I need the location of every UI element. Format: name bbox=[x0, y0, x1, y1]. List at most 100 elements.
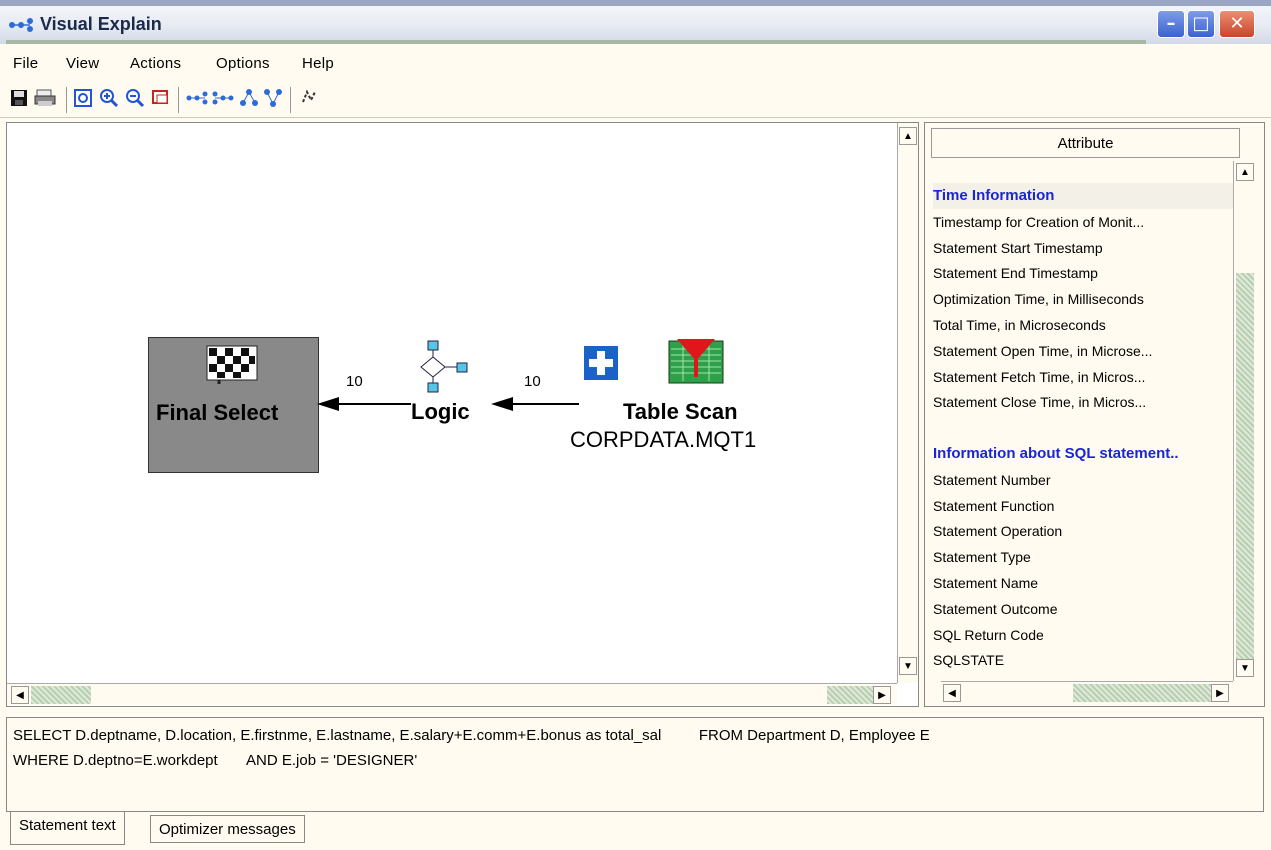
attribute-row[interactable]: Statement Name bbox=[933, 570, 1233, 596]
save-icon bbox=[11, 90, 27, 106]
fit-button[interactable] bbox=[72, 87, 94, 109]
zoom-out-button[interactable] bbox=[124, 87, 146, 109]
minimize-icon: – bbox=[1166, 13, 1176, 34]
menu-view[interactable]: View bbox=[66, 55, 99, 72]
statement-text-area[interactable]: SELECT D.deptname, D.location, E.firstnm… bbox=[6, 717, 1264, 812]
close-button[interactable]: ✕ bbox=[1219, 10, 1255, 38]
attribute-row[interactable]: SQL Return Code bbox=[933, 622, 1233, 648]
maximize-button[interactable]: □ bbox=[1187, 10, 1215, 38]
menu-actions[interactable]: Actions bbox=[130, 55, 181, 72]
attribute-row[interactable]: Statement Number bbox=[933, 467, 1233, 493]
overview-button[interactable] bbox=[150, 87, 172, 109]
attribute-row-blank bbox=[933, 415, 1233, 441]
attribute-row[interactable]: Statement Operation bbox=[933, 518, 1233, 544]
tree-alt-icon bbox=[264, 89, 282, 107]
menu-file[interactable]: File bbox=[13, 55, 38, 72]
graph-vertical-button[interactable] bbox=[212, 87, 234, 109]
attribute-row[interactable]: Timestamp for Creation of Monit... bbox=[933, 209, 1233, 235]
sql-line-2: WHERE D.deptno=E.workdept AND E.job = 'D… bbox=[13, 752, 418, 769]
zoom-out-icon bbox=[126, 89, 145, 108]
close-icon: ✕ bbox=[1229, 13, 1245, 34]
expand-plus-icon[interactable] bbox=[583, 345, 619, 381]
logic-label[interactable]: Logic bbox=[411, 399, 470, 425]
zoom-in-button[interactable] bbox=[98, 87, 120, 109]
graph-horizontal-button[interactable] bbox=[186, 87, 208, 109]
attr-hscroll-track bbox=[1073, 684, 1211, 702]
logic-node-icon[interactable] bbox=[417, 339, 473, 395]
refresh-icon bbox=[302, 89, 316, 103]
edge-label-1: 10 bbox=[346, 373, 363, 390]
attribute-row[interactable]: Statement Type bbox=[933, 544, 1233, 570]
attr-scroll-right-button[interactable]: ▶ bbox=[1211, 684, 1229, 702]
maximize-icon: □ bbox=[1192, 13, 1210, 34]
minimize-button[interactable]: – bbox=[1157, 10, 1185, 38]
attr-scroll-up-button[interactable]: ▲ bbox=[1236, 163, 1254, 181]
save-button[interactable] bbox=[8, 87, 30, 109]
menu-help[interactable]: Help bbox=[302, 55, 334, 72]
attribute-column-header[interactable]: Attribute bbox=[931, 128, 1240, 158]
attribute-pane: Attribute Time Information Timestamp for… bbox=[924, 122, 1265, 707]
final-select-label: Final Select bbox=[156, 400, 279, 425]
attr-vscroll-track bbox=[1236, 273, 1254, 659]
title-strip bbox=[0, 0, 1271, 6]
attribute-row[interactable]: Total Time, in Microseconds bbox=[933, 312, 1233, 338]
refresh-button[interactable] bbox=[298, 87, 320, 109]
attribute-section-header[interactable]: Time Information bbox=[933, 183, 1233, 209]
attribute-vertical-scrollbar[interactable]: ▲ ▼ bbox=[1233, 161, 1255, 681]
graph-horizontal-icon bbox=[186, 91, 208, 105]
table-scan-icon[interactable] bbox=[667, 337, 725, 385]
tree-button[interactable] bbox=[238, 87, 260, 109]
edge-logic-to-final bbox=[317, 397, 411, 411]
tab-statement-text[interactable]: Statement text bbox=[10, 812, 125, 845]
tree-alt-button[interactable] bbox=[262, 87, 284, 109]
attribute-section-header[interactable]: Information about SQL statement.. bbox=[933, 441, 1233, 467]
toolbar-separator bbox=[290, 87, 293, 113]
attr-scroll-down-button[interactable]: ▼ bbox=[1236, 659, 1254, 677]
scroll-right-button[interactable]: ▶ bbox=[873, 686, 891, 704]
menu-options[interactable]: Options bbox=[216, 55, 270, 72]
scroll-left-button[interactable]: ◀ bbox=[11, 686, 29, 704]
final-select-node[interactable]: Final Select bbox=[148, 337, 319, 473]
attribute-row[interactable]: Statement Start Timestamp bbox=[933, 235, 1233, 261]
menu-bar: File View Actions Options Help bbox=[0, 50, 1271, 76]
attribute-row[interactable]: Statement Fetch Time, in Micros... bbox=[933, 364, 1233, 390]
overview-icon bbox=[152, 90, 168, 104]
toolbar-separator bbox=[66, 87, 69, 113]
tab-optimizer-messages[interactable]: Optimizer messages bbox=[150, 815, 305, 843]
graph-hscroll-thumb[interactable] bbox=[31, 686, 91, 704]
zoom-in-icon bbox=[100, 89, 119, 108]
attribute-row[interactable]: Statement Outcome bbox=[933, 596, 1233, 622]
attribute-row[interactable]: Statement Close Time, in Micros... bbox=[933, 389, 1233, 415]
toolbar-separator bbox=[178, 87, 181, 113]
edge-scan-to-logic bbox=[491, 397, 579, 411]
attr-scroll-left-button[interactable]: ◀ bbox=[943, 684, 961, 702]
attribute-row[interactable]: Statement Open Time, in Microse... bbox=[933, 338, 1233, 364]
attribute-row[interactable]: SQLSTATE bbox=[933, 647, 1233, 673]
checkered-flag-icon bbox=[206, 345, 258, 384]
scroll-down-button[interactable]: ▼ bbox=[899, 657, 917, 675]
print-button[interactable] bbox=[34, 87, 56, 109]
attribute-row[interactable]: Statement Function bbox=[933, 493, 1233, 519]
fit-icon bbox=[74, 89, 92, 107]
graph-horizontal-scrollbar[interactable]: ◀ ▶ bbox=[7, 683, 897, 705]
sql-line-1: SELECT D.deptname, D.location, E.firstnm… bbox=[13, 727, 930, 744]
graph-hscroll-track bbox=[827, 686, 873, 704]
attribute-row[interactable]: Optimization Time, in Milliseconds bbox=[933, 286, 1233, 312]
attribute-row[interactable]: Statement End Timestamp bbox=[933, 260, 1233, 286]
graph-vertical-icon bbox=[212, 91, 234, 105]
edge-label-2: 10 bbox=[524, 373, 541, 390]
graph-vertical-scrollbar[interactable]: ▲ ▼ bbox=[897, 123, 918, 683]
table-scan-label[interactable]: Table Scan bbox=[623, 399, 738, 425]
title-bar: Visual Explain – □ ✕ bbox=[0, 0, 1271, 44]
print-icon bbox=[34, 89, 56, 106]
attribute-horizontal-scrollbar[interactable]: ◀ ▶ bbox=[941, 681, 1233, 703]
visual-explain-icon bbox=[9, 18, 33, 32]
table-name-label: CORPDATA.MQT1 bbox=[570, 427, 757, 452]
toolbar bbox=[0, 82, 1271, 118]
scroll-up-button[interactable]: ▲ bbox=[899, 127, 917, 145]
window-title: Visual Explain bbox=[40, 14, 162, 34]
title-underline bbox=[6, 40, 1146, 44]
attribute-list: Time Information Timestamp for Creation … bbox=[933, 183, 1233, 673]
graph-pane[interactable]: Final Select 10 Logic 10 Table Scan CORP… bbox=[6, 122, 919, 707]
tree-icon bbox=[240, 89, 258, 106]
